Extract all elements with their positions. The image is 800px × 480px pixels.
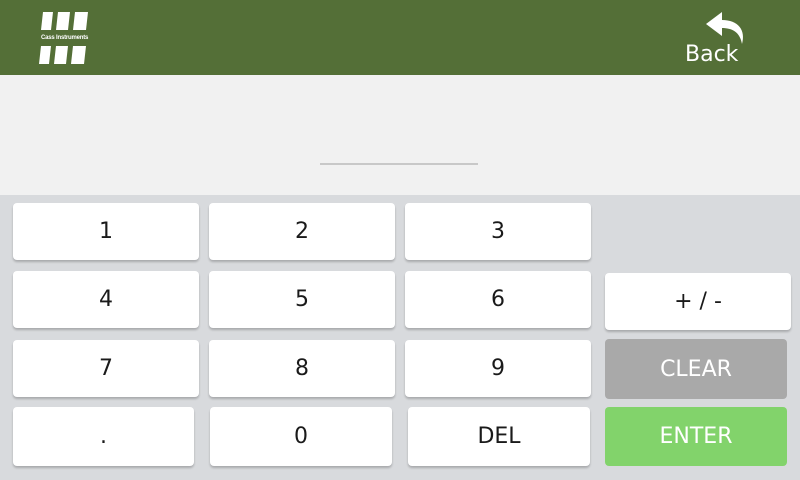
key-9[interactable]: 9	[405, 340, 591, 397]
key-5[interactable]: 5	[209, 271, 395, 328]
delete-button[interactable]: DEL	[408, 407, 590, 466]
logo-text: Cass Instruments	[40, 33, 91, 43]
key-2[interactable]: 2	[209, 203, 395, 260]
key-0[interactable]: 0	[210, 407, 392, 466]
clear-button[interactable]: CLEAR	[605, 339, 787, 399]
value-display	[0, 75, 800, 195]
top-bar: Cass Instruments Back	[0, 0, 800, 75]
key-7[interactable]: 7	[13, 340, 199, 397]
enter-button[interactable]: ENTER	[605, 407, 787, 466]
back-button[interactable]: Back	[680, 10, 760, 67]
decimal-point-key[interactable]: .	[13, 407, 194, 466]
key-3[interactable]: 3	[405, 203, 591, 260]
back-label: Back	[685, 42, 739, 67]
key-1[interactable]: 1	[13, 203, 199, 260]
key-8[interactable]: 8	[209, 340, 395, 397]
plus-minus-button[interactable]: + / -	[605, 273, 791, 330]
key-6[interactable]: 6	[405, 271, 591, 328]
value-field	[320, 115, 478, 165]
key-4[interactable]: 4	[13, 271, 199, 328]
